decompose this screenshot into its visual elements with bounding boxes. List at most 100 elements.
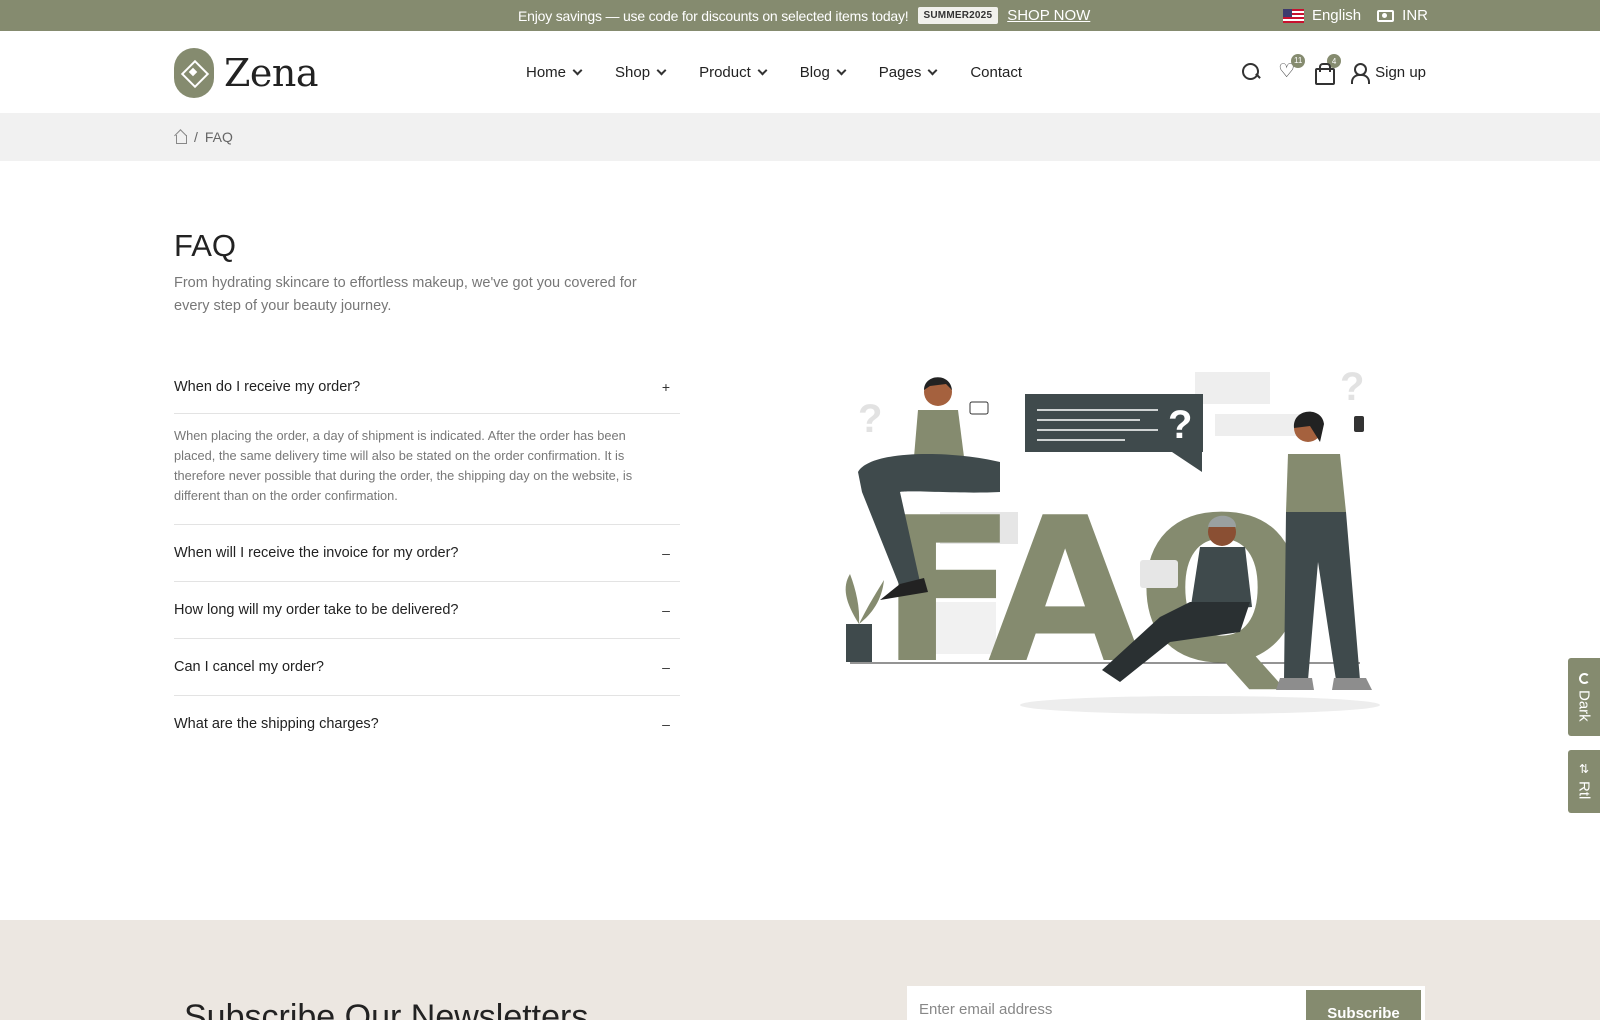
phone (1354, 416, 1364, 432)
currency-selector[interactable]: INR (1377, 7, 1428, 24)
tablet (1140, 560, 1178, 588)
wishlist-count-badge: 11 (1291, 54, 1306, 68)
cart-count-badge: 4 (1327, 54, 1342, 68)
expand-toggle-icon[interactable]: – (660, 716, 672, 732)
chevron-down-icon (757, 65, 768, 75)
promo-text: Enjoy savings — use code for discounts o… (518, 7, 909, 24)
bg-question-mark: ? (1340, 365, 1364, 409)
us-flag-icon (1282, 8, 1304, 23)
language-selector[interactable]: English (1282, 7, 1362, 24)
faq-item: When do I receive my order? + When placi… (174, 361, 680, 525)
faq-accordion: When do I receive my order? + When placi… (174, 361, 680, 752)
nav-label: Product (699, 63, 751, 81)
chevron-down-icon (572, 65, 583, 75)
faq-question-header[interactable]: When will I receive the invoice for my o… (174, 525, 680, 581)
faq-answer: When placing the order, a day of shipmen… (174, 413, 680, 524)
moon-icon (1578, 672, 1590, 684)
bg-bubble (1195, 372, 1270, 404)
person-legs (1284, 512, 1360, 680)
faq-question: What are the shipping charges? (174, 716, 379, 732)
page-title: FAQ (174, 228, 237, 263)
faq-illustration: ? ? FAQ ? (845, 365, 1380, 714)
faq-item: How long will my order take to be delive… (174, 582, 680, 639)
expand-toggle-icon[interactable]: – (660, 602, 672, 618)
money-icon (1377, 9, 1395, 22)
bg-question-mark: ? (858, 397, 882, 441)
site-header: Zena Home Shop Product Blog Pages Contac… (0, 31, 1600, 113)
person-torso (1286, 454, 1346, 512)
nav-item-product[interactable]: Product (699, 63, 768, 81)
collapse-toggle-icon[interactable]: + (660, 379, 672, 395)
sign-up-link[interactable]: Sign up (1350, 63, 1426, 84)
dark-mode-label: Dark (1575, 689, 1593, 722)
breadcrumb-separator: / (194, 129, 198, 145)
logo-emblem-icon (174, 48, 214, 98)
faq-item: When will I receive the invoice for my o… (174, 525, 680, 582)
brand-logo[interactable]: Zena (174, 48, 319, 98)
expand-toggle-icon[interactable]: – (660, 545, 672, 561)
cart-bag-icon[interactable]: 4 (1314, 54, 1342, 85)
speech-bubble-tail (1172, 452, 1202, 472)
rtl-toggle[interactable]: ⇅ Rtl (1568, 750, 1600, 813)
locale-selectors: English INR (1282, 0, 1428, 31)
brand-name: Zena (224, 51, 319, 95)
plant-leaf (845, 574, 860, 624)
main-nav: Home Shop Product Blog Pages Contact (526, 31, 1022, 113)
language-label: English (1311, 7, 1362, 24)
faq-question: When do I receive my order? (174, 379, 361, 395)
nav-item-blog[interactable]: Blog (799, 63, 847, 81)
nav-label: Blog (799, 63, 830, 81)
top-promo-bar: Enjoy savings — use code for discounts o… (0, 0, 1600, 31)
breadcrumb-current: FAQ (204, 129, 233, 145)
swap-arrows-icon: ⇅ (1578, 762, 1590, 777)
home-icon[interactable] (174, 131, 187, 144)
nav-label: Home (526, 63, 567, 81)
expand-toggle-icon[interactable]: – (660, 659, 672, 675)
chevron-down-icon (656, 65, 667, 75)
shop-now-link[interactable]: SHOP NOW (1007, 7, 1090, 24)
bubble-question-mark: ? (1168, 403, 1192, 447)
faq-question-header[interactable]: What are the shipping charges? – (174, 696, 680, 752)
nav-item-shop[interactable]: Shop (615, 63, 667, 81)
subscribe-button[interactable]: Subscribe (1306, 990, 1421, 1020)
faq-item: Can I cancel my order? – (174, 639, 680, 696)
nav-label: Contact (970, 63, 1023, 81)
email-input[interactable] (907, 986, 1306, 1020)
faq-question-header[interactable]: When do I receive my order? + (174, 361, 680, 413)
breadcrumb: / FAQ (174, 113, 233, 161)
page-subtitle: From hydrating skincare to effortless ma… (174, 275, 637, 314)
plant-pot (846, 624, 872, 662)
currency-label: INR (1402, 7, 1428, 24)
phone (969, 401, 989, 415)
dark-mode-toggle[interactable]: Dark (1568, 658, 1600, 736)
faq-question: Can I cancel my order? (174, 659, 324, 675)
faq-question: When will I receive the invoice for my o… (174, 545, 459, 561)
faq-question: How long will my order take to be delive… (174, 602, 459, 618)
chevron-down-icon (836, 65, 847, 75)
newsletter-form: Subscribe (907, 986, 1425, 1020)
newsletter-section: Subscribe Our Newsletters Subscribe (0, 920, 1600, 1020)
person-shoe (1276, 678, 1314, 690)
faq-question-header[interactable]: Can I cancel my order? – (174, 639, 680, 695)
nav-item-contact[interactable]: Contact (970, 64, 1022, 81)
user-icon (1350, 63, 1371, 84)
header-actions: ♡ 11 4 Sign up (1242, 31, 1426, 113)
person-torso (914, 410, 964, 457)
bg-bubble (1215, 414, 1300, 436)
search-icon[interactable] (1242, 63, 1260, 81)
newsletter-title: Subscribe Our Newsletters (184, 998, 589, 1020)
nav-label: Shop (615, 63, 651, 81)
wishlist-heart-icon[interactable]: ♡ 11 (1278, 54, 1306, 81)
chevron-down-icon (927, 65, 938, 75)
breadcrumb-bar: / FAQ (0, 113, 1600, 161)
faq-question-header[interactable]: How long will my order take to be delive… (174, 582, 680, 638)
person-shoe (1332, 678, 1372, 690)
sign-up-label: Sign up (1375, 63, 1426, 81)
rtl-label: Rtl (1575, 781, 1593, 800)
faq-item: What are the shipping charges? – (174, 696, 680, 752)
promo-code-badge: SUMMER2025 (917, 7, 999, 24)
nav-item-home[interactable]: Home (526, 63, 583, 81)
nav-item-pages[interactable]: Pages (878, 63, 938, 81)
nav-label: Pages (878, 63, 922, 81)
promo-message: Enjoy savings — use code for discounts o… (518, 0, 1090, 31)
